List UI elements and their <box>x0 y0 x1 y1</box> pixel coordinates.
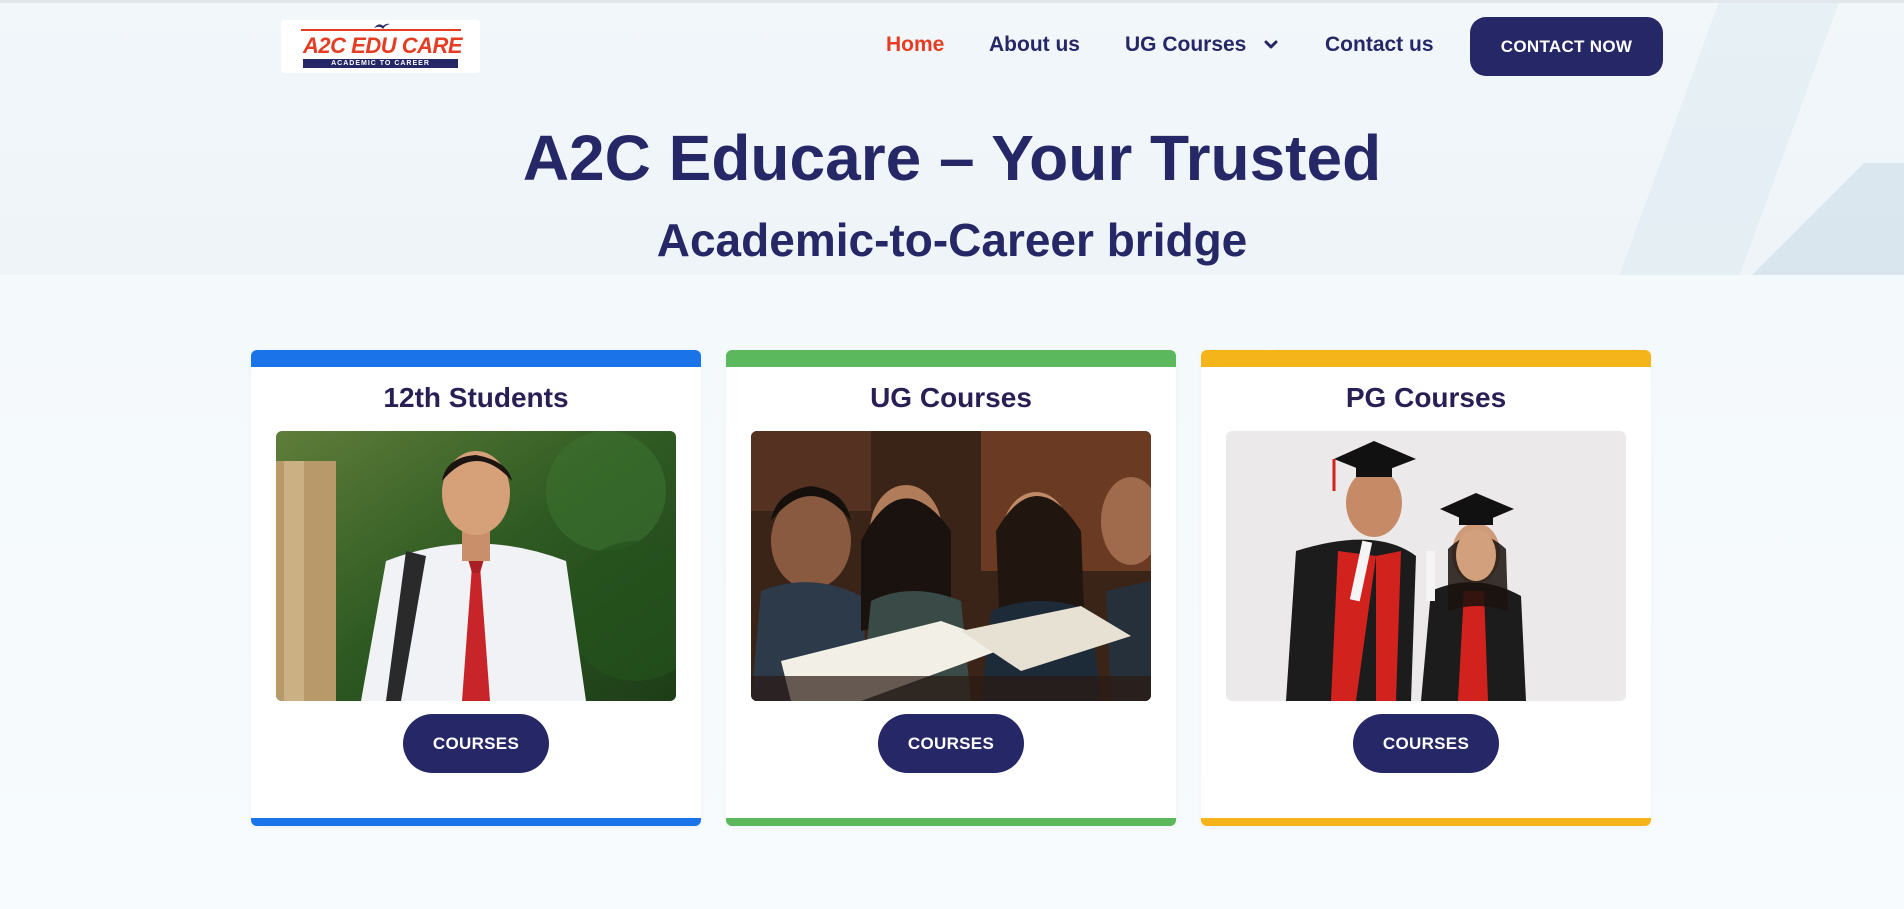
card-image-graduates <box>1226 431 1626 701</box>
contact-now-button[interactable]: CONTACT NOW <box>1470 17 1663 76</box>
header: A2C EDU CARE ACADEMIC TO CAREER Home Abo… <box>0 0 1904 92</box>
logo-name-part1: A2C <box>303 33 346 58</box>
card-accent-bottom <box>1201 818 1651 826</box>
nav-ug-courses[interactable]: UG Courses <box>1125 33 1246 57</box>
courses-button[interactable]: COURSES <box>1353 714 1499 773</box>
card-accent-top <box>251 350 701 367</box>
card-title: UG Courses <box>870 382 1032 413</box>
card-title: 12th Students <box>383 382 569 413</box>
card-ug-courses: UG Courses COURSES <box>726 350 1176 826</box>
nav-about-us[interactable]: About us <box>989 33 1080 57</box>
hero-subtitle: Academic-to-Career bridge <box>656 214 1248 266</box>
card-accent-bottom <box>726 818 1176 826</box>
card-image-group-study <box>751 431 1151 701</box>
card-accent-top <box>1201 350 1651 367</box>
chevron-down-icon[interactable] <box>1262 38 1280 52</box>
nav-contact-us[interactable]: Contact us <box>1325 33 1434 57</box>
card-title: PG Courses <box>1345 382 1507 413</box>
logo-rule <box>301 29 461 31</box>
hero-title: A2C Educare – Your Trusted <box>522 122 1382 194</box>
courses-button[interactable]: COURSES <box>878 714 1024 773</box>
card-pg-courses: PG Courses COURSES <box>1201 350 1651 826</box>
site-logo[interactable]: A2C EDU CARE ACADEMIC TO CAREER <box>281 20 480 73</box>
card-accent-top <box>726 350 1176 367</box>
card-12th-students: 12th Students COURSES <box>251 350 701 826</box>
nav-home[interactable]: Home <box>886 33 944 57</box>
logo-name-part2: EDU CARE <box>351 33 463 58</box>
card-accent-bottom <box>251 818 701 826</box>
page: A2C EDU CARE ACADEMIC TO CAREER Home Abo… <box>0 0 1904 909</box>
courses-button[interactable]: COURSES <box>403 714 549 773</box>
logo-wordmark: A2C EDU CARE <box>303 33 463 59</box>
logo-tagline: ACADEMIC TO CAREER <box>303 59 458 68</box>
card-image-student <box>276 431 676 701</box>
